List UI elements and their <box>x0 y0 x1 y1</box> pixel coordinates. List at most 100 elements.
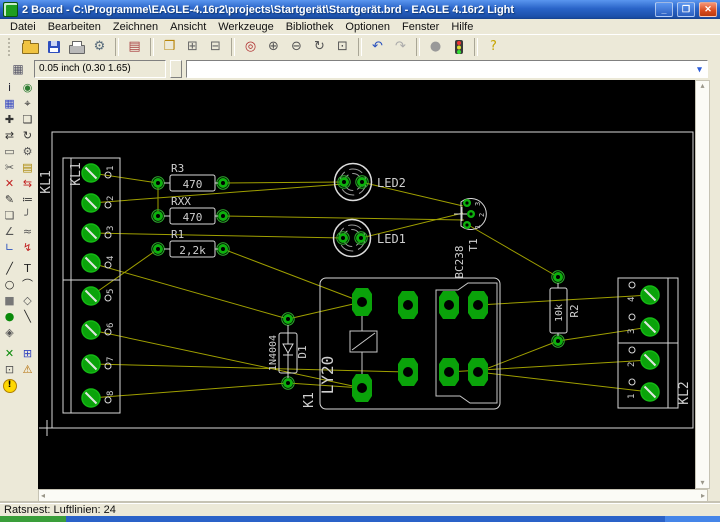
switch-to-schematic-icon: ▤ <box>128 40 140 53</box>
svg-text:2: 2 <box>478 213 486 217</box>
optimize-tool-button[interactable]: ≈ <box>19 224 36 239</box>
close-button[interactable]: ✕ <box>699 2 717 17</box>
mirror-tool-button[interactable]: ⇄ <box>1 128 18 143</box>
circle-tool-button[interactable]: ○ <box>1 277 18 292</box>
taskbar-item-sliver[interactable] <box>665 516 720 522</box>
signal-tool-button[interactable]: ╲ <box>19 309 36 324</box>
redo-button[interactable]: ↷ <box>389 37 412 57</box>
cut-tool-button[interactable]: ✂ <box>1 160 18 175</box>
open-button[interactable] <box>19 37 42 57</box>
undo-button[interactable]: ↶ <box>366 37 389 57</box>
warning-tool-button[interactable]: ! <box>1 378 18 393</box>
scroll-down-button[interactable]: ▾ <box>698 478 706 488</box>
polygon-tool-button[interactable]: ◇ <box>19 293 36 308</box>
menu-werkzeuge[interactable]: Werkzeuge <box>212 20 279 34</box>
switch-to-schematic-button[interactable]: ▤ <box>123 37 146 57</box>
menu-datei[interactable]: Datei <box>4 20 42 34</box>
drc-tool-button[interactable]: ⊡ <box>1 362 18 377</box>
scroll-left-button[interactable]: ◂ <box>39 491 47 501</box>
toolbar-separator <box>150 38 154 56</box>
component-kl1[interactable]: 1 2 3 4 5 6 7 8 KL1 KL1 <box>39 158 120 413</box>
text-tool-button[interactable]: T <box>19 261 36 276</box>
rect-tool-button[interactable]: ■ <box>1 293 18 308</box>
save-button[interactable] <box>42 37 65 57</box>
component-r2[interactable]: 10k R2 <box>550 271 581 347</box>
minimize-button[interactable]: _ <box>655 2 673 17</box>
copy-tool-button[interactable]: ❑ <box>19 112 36 127</box>
component-rxx[interactable]: RXX 470 <box>152 195 229 224</box>
traffic-light-button[interactable] <box>447 37 470 57</box>
menu-hilfe[interactable]: Hilfe <box>445 20 479 34</box>
zoom-in-button[interactable]: ⊕ <box>262 37 285 57</box>
print-button[interactable] <box>65 37 88 57</box>
menu-fenster[interactable]: Fenster <box>396 20 445 34</box>
show-icon: ◉ <box>23 82 33 93</box>
miter-tool-button[interactable]: ╯ <box>19 208 36 223</box>
run-button[interactable]: ⊟ <box>204 37 227 57</box>
delete-tool-button[interactable]: ✕ <box>1 176 18 191</box>
paste-tool-button[interactable]: ▤ <box>19 160 36 175</box>
component-k1[interactable]: LY20 K1 <box>302 278 500 409</box>
zoom-redraw-button[interactable]: ↻ <box>308 37 331 57</box>
show-tool-button[interactable]: ◉ <box>19 80 36 95</box>
component-r3[interactable]: R3 470 <box>152 162 229 191</box>
via-tool-button[interactable]: ● <box>1 309 18 324</box>
hole-tool-button[interactable]: ◈ <box>1 325 18 340</box>
component-r1[interactable]: R1 2,2k <box>152 228 229 257</box>
change-tool-button[interactable]: ⚙ <box>19 144 36 159</box>
svg-text:3: 3 <box>627 329 637 334</box>
display-tool-button[interactable]: ▦ <box>1 96 18 111</box>
vertical-scrollbar[interactable]: ▴ ▾ <box>695 80 710 489</box>
smash-tool-button[interactable]: ❏ <box>1 208 18 223</box>
rotate-tool-button[interactable]: ↻ <box>19 128 36 143</box>
history-button[interactable] <box>170 60 182 78</box>
component-kl2[interactable]: 4 3 2 1 KL2 <box>618 278 692 408</box>
group-tool-button[interactable]: ▭ <box>1 144 18 159</box>
split-tool-button[interactable]: ∠ <box>1 224 18 239</box>
command-input[interactable] <box>187 61 692 77</box>
component-led1[interactable]: LED1 <box>334 220 406 257</box>
use-library-button[interactable]: ❒ <box>158 37 181 57</box>
board-canvas[interactable]: 1 2 3 4 5 6 7 8 KL1 KL1 R3 470 RXX 470 R… <box>38 80 695 489</box>
auto-tool-button[interactable]: ⊞ <box>19 346 36 361</box>
errors-tool-button[interactable]: ⚠ <box>19 362 36 377</box>
ratsnest-tool-button[interactable]: ✕ <box>1 346 18 361</box>
cam-processor-button[interactable]: ⚙ <box>88 37 111 57</box>
zoom-out-button[interactable]: ⊖ <box>285 37 308 57</box>
menu-optionen[interactable]: Optionen <box>339 20 396 34</box>
route-tool-button[interactable]: ∟ <box>1 240 18 255</box>
name-tool-button[interactable]: ✎ <box>1 192 18 207</box>
stop-button[interactable]: ● <box>424 37 447 57</box>
taskbar[interactable] <box>0 516 720 522</box>
menu-bibliothek[interactable]: Bibliothek <box>280 20 340 34</box>
restore-button[interactable]: ❐ <box>677 2 695 17</box>
arc-tool-button[interactable]: ⌒ <box>19 277 36 292</box>
scroll-up-button[interactable]: ▴ <box>698 81 706 91</box>
start-button-sliver[interactable] <box>0 516 66 522</box>
info-tool-button[interactable]: i <box>1 80 18 95</box>
mark-tool-button[interactable]: ⌖ <box>19 96 36 111</box>
value-tool-button[interactable]: ≔ <box>19 192 36 207</box>
wire-tool-button[interactable]: ╱ <box>1 261 18 276</box>
script-button[interactable]: ⊞ <box>181 37 204 57</box>
cut-icon: ✂ <box>5 162 14 173</box>
menu-ansicht[interactable]: Ansicht <box>164 20 212 34</box>
board-view[interactable]: 1 2 3 4 5 6 7 8 KL1 KL1 R3 470 RXX 470 R… <box>38 80 695 489</box>
zoom-select-button[interactable]: ⊡ <box>331 37 354 57</box>
component-d1[interactable]: 1N4004 D1 <box>268 313 309 389</box>
smash-icon: ❏ <box>5 210 15 221</box>
scroll-right-button[interactable]: ▸ <box>699 491 707 501</box>
horizontal-scrollbar[interactable]: ◂ ▸ <box>38 489 708 503</box>
command-dropdown-button[interactable]: ▾ <box>692 61 707 77</box>
pinswap-tool-button[interactable]: ⇆ <box>19 176 36 191</box>
grid-button[interactable]: ▦ <box>6 60 30 78</box>
component-t1[interactable]: 3 2 1 BC238 T1 <box>453 199 486 279</box>
ripup-tool-button[interactable]: ↯ <box>19 240 36 255</box>
k1-value: LY20 <box>318 356 337 395</box>
move-tool-button[interactable]: ✚ <box>1 112 18 127</box>
help-button[interactable]: ? <box>482 37 505 57</box>
menu-zeichnen[interactable]: Zeichnen <box>107 20 164 34</box>
zoom-fit-button[interactable]: ◎ <box>239 37 262 57</box>
component-led2[interactable]: LED2 <box>335 164 406 201</box>
menu-bearbeiten[interactable]: Bearbeiten <box>42 20 107 34</box>
